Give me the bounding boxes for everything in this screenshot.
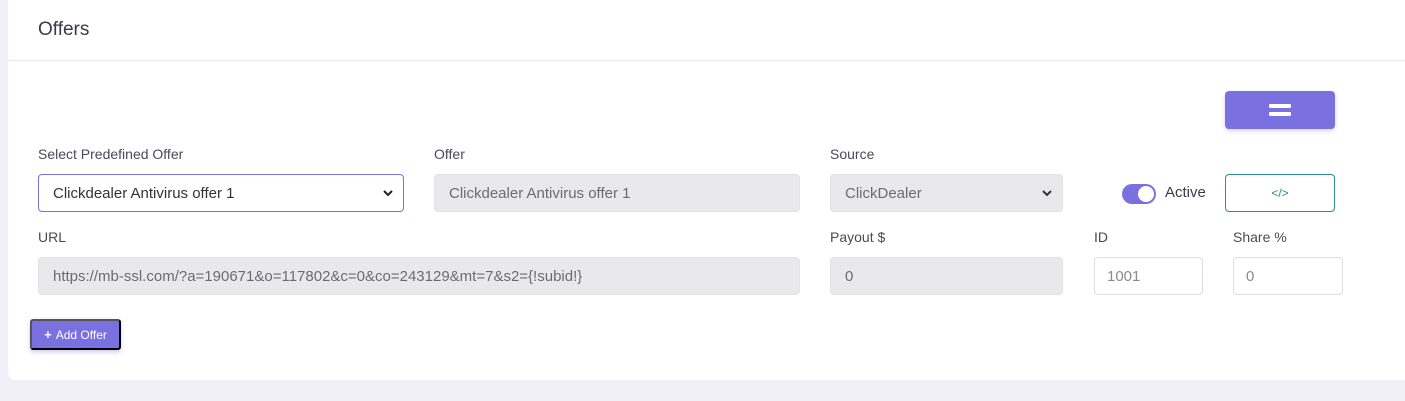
payout-label: Payout $	[830, 229, 886, 245]
id-field[interactable]: 1001	[1094, 257, 1203, 295]
payout-value: 0	[845, 267, 854, 285]
toggle-knob	[1138, 186, 1154, 202]
chevron-down-icon	[1042, 190, 1052, 197]
card-header: Offers	[8, 0, 1405, 61]
menu-icon	[1269, 104, 1291, 116]
add-offer-label: Add Offer	[55, 327, 107, 342]
offer-label: Offer	[434, 146, 465, 162]
predefined-offer-label: Select Predefined Offer	[38, 146, 184, 162]
url-field[interactable]: https://mb-ssl.com/?a=190671&o=117802&c=…	[38, 257, 800, 295]
source-select[interactable]: ClickDealer	[830, 174, 1063, 212]
offer-value: Clickdealer Antivirus offer 1	[449, 184, 631, 202]
id-value: 1001	[1107, 267, 1141, 285]
share-value: 0	[1246, 267, 1255, 285]
url-label: URL	[38, 229, 67, 245]
share-label: Share %	[1233, 229, 1287, 245]
active-toggle[interactable]	[1122, 184, 1156, 204]
offer-field[interactable]: Clickdealer Antivirus offer 1	[434, 174, 800, 212]
menu-button[interactable]	[1225, 91, 1335, 129]
embed-code-button[interactable]: </>	[1225, 174, 1335, 212]
add-offer-button[interactable]: + Add Offer	[30, 319, 121, 350]
url-value: https://mb-ssl.com/?a=190671&o=117802&c=…	[53, 267, 583, 285]
plus-icon: +	[44, 327, 52, 342]
share-field[interactable]: 0	[1233, 257, 1343, 295]
payout-field[interactable]: 0	[830, 257, 1063, 295]
predefined-offer-value: Clickdealer Antivirus offer 1	[53, 184, 235, 202]
source-label: Source	[830, 146, 875, 162]
page-title: Offers	[38, 19, 90, 40]
chevron-down-icon	[383, 190, 393, 197]
id-label: ID	[1094, 229, 1108, 245]
predefined-offer-select[interactable]: Clickdealer Antivirus offer 1	[38, 174, 404, 212]
active-label: Active	[1165, 184, 1206, 201]
source-value: ClickDealer	[845, 184, 922, 202]
code-icon: </>	[1271, 186, 1289, 200]
